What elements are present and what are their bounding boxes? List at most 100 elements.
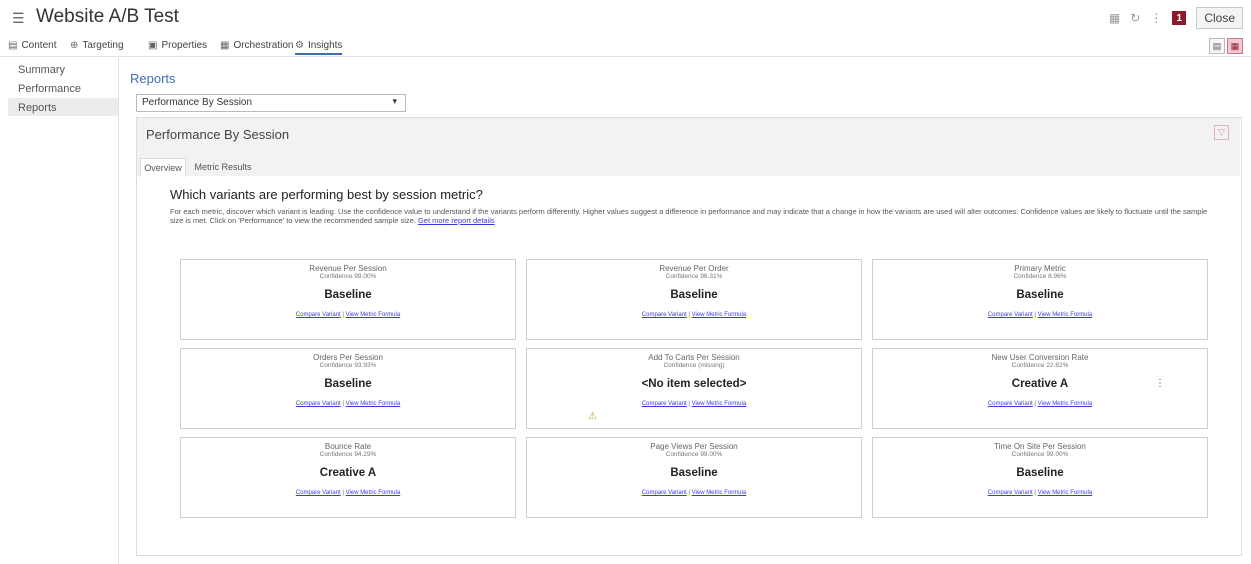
card-links: Compare Variant | View Metric Formula (527, 490, 861, 496)
tab-label: Properties (161, 40, 208, 51)
app-title: Website A/B Test (36, 6, 179, 27)
metric-confidence: Confidence 94.29% (319, 451, 377, 458)
cursor-mark-icon: ⋮ (1155, 378, 1165, 389)
more-options-icon[interactable]: ⋮ (1150, 11, 1162, 25)
report-select[interactable]: Performance By Session ▾ (136, 94, 406, 112)
metric-title: Time On Site Per Session (994, 442, 1086, 451)
report-view-icon[interactable]: ▦ (1227, 38, 1243, 54)
leading-variant: Baseline (324, 378, 372, 390)
metric-title: Revenue Per Order (659, 264, 729, 273)
view-metric-formula-link[interactable]: View Metric Formula (692, 312, 747, 318)
leading-variant: <No item selected> (641, 378, 747, 390)
metric-card: Time On Site Per Session Confidence 99.0… (872, 437, 1208, 518)
metric-confidence: Confidence 99.00% (665, 451, 723, 458)
compare-variant-link[interactable]: Compare Variant (988, 401, 1033, 407)
tab-content[interactable]: ▤ Content (8, 40, 56, 51)
leading-variant: Baseline (670, 467, 718, 479)
card-links: Compare Variant | View Metric Formula (527, 401, 861, 407)
insights-icon: ⚙ (295, 40, 304, 51)
compare-variant-link[interactable]: Compare Variant (296, 490, 341, 496)
calendar-icon: ▦ (220, 40, 230, 51)
document-icon: ▤ (8, 40, 18, 51)
compare-variant-link[interactable]: Compare Variant (988, 490, 1033, 496)
chevron-down-icon: ▾ (392, 96, 397, 106)
sidebar-item-reports[interactable]: Reports (18, 102, 57, 114)
filter-icon[interactable]: ▽ (1214, 125, 1229, 140)
view-toggle: ▤ ▦ (1209, 38, 1243, 54)
metric-card: Revenue Per Order Confidence 96.31% Base… (526, 259, 862, 340)
close-button[interactable]: Close (1196, 7, 1243, 29)
view-metric-formula-link[interactable]: View Metric Formula (1038, 401, 1093, 407)
notification-badge[interactable]: 1 (1172, 11, 1187, 25)
view-metric-formula-link[interactable]: View Metric Formula (692, 490, 747, 496)
card-links: Compare Variant | View Metric Formula (873, 401, 1207, 407)
view-metric-formula-link[interactable]: View Metric Formula (346, 490, 401, 496)
leading-variant: Baseline (324, 289, 372, 301)
tab-insights[interactable]: ⚙ Insights (295, 40, 343, 55)
metric-card: Add To Carts Per Session Confidence (mis… (526, 348, 862, 429)
tab-targeting[interactable]: ⊕ Targeting (70, 40, 124, 51)
grid-icon[interactable]: ▦ (1109, 11, 1120, 25)
leading-variant: Baseline (1016, 467, 1064, 479)
metric-title: New User Conversion Rate (991, 353, 1089, 362)
report-details-link[interactable]: Get more report details (418, 216, 495, 225)
tab-label: Orchestration (233, 40, 294, 51)
tab-label: Content (21, 40, 57, 51)
sidebar (8, 58, 119, 564)
metric-confidence: Confidence (missing) (663, 362, 725, 369)
metric-confidence: Confidence 99.00% (319, 273, 377, 280)
compare-variant-link[interactable]: Compare Variant (296, 401, 341, 407)
metric-card: Revenue Per Session Confidence 99.00% Ba… (180, 259, 516, 340)
view-metric-formula-link[interactable]: View Metric Formula (1038, 312, 1093, 318)
metric-card: Orders Per Session Confidence 93.93% Bas… (180, 348, 516, 429)
view-metric-formula-link[interactable]: View Metric Formula (1038, 490, 1093, 496)
tab-metric-results[interactable]: Metric Results (192, 158, 254, 176)
card-links: Compare Variant | View Metric Formula (527, 312, 861, 318)
compare-variant-link[interactable]: Compare Variant (642, 312, 687, 318)
panel-title: Performance By Session (146, 127, 290, 142)
tab-properties[interactable]: ▣ Properties (148, 40, 207, 51)
compare-variant-link[interactable]: Compare Variant (296, 312, 341, 318)
menu-icon[interactable]: ☰ (12, 10, 25, 27)
metric-card: Bounce Rate Confidence 94.29% Creative A… (180, 437, 516, 518)
view-metric-formula-link[interactable]: View Metric Formula (692, 401, 747, 407)
metric-title: Revenue Per Session (309, 264, 387, 273)
sidebar-item-summary[interactable]: Summary (18, 64, 65, 76)
page-title: Reports (130, 71, 176, 86)
panel-header (137, 118, 1240, 176)
top-right-toolbar: ▦ ↻ ⋮ 1 Close (1109, 7, 1243, 29)
leading-variant: Creative A (319, 467, 377, 479)
tab-overview[interactable]: Overview (140, 158, 186, 177)
list-view-icon[interactable]: ▤ (1209, 38, 1225, 54)
tab-label: Targeting (82, 40, 124, 51)
description-text: For each metric, discover which variant … (170, 207, 1208, 225)
card-links: Compare Variant | View Metric Formula (873, 490, 1207, 496)
leading-variant: Baseline (670, 289, 718, 301)
sidebar-item-performance[interactable]: Performance (18, 83, 81, 95)
target-icon: ⊕ (70, 40, 79, 51)
metric-confidence: Confidence 99.00% (1011, 451, 1069, 458)
report-select-value: Performance By Session (142, 97, 253, 108)
metric-confidence: Confidence 96.31% (665, 273, 723, 280)
view-metric-formula-link[interactable]: View Metric Formula (346, 312, 401, 318)
card-links: Compare Variant | View Metric Formula (181, 401, 515, 407)
metric-title: Page Views Per Session (650, 442, 738, 451)
compare-variant-link[interactable]: Compare Variant (642, 401, 687, 407)
tab-label: Insights (307, 40, 343, 51)
section-description: For each metric, discover which variant … (170, 207, 1210, 225)
compare-variant-link[interactable]: Compare Variant (988, 312, 1033, 318)
leading-variant: Baseline (1016, 289, 1064, 301)
tab-orchestration[interactable]: ▦ Orchestration (220, 40, 293, 51)
section-heading: Which variants are performing best by se… (170, 187, 483, 202)
warning-icon: ⚠ (588, 411, 597, 422)
refresh-icon[interactable]: ↻ (1130, 11, 1140, 25)
card-links: Compare Variant | View Metric Formula (873, 312, 1207, 318)
card-links: Compare Variant | View Metric Formula (181, 490, 515, 496)
metric-title: Bounce Rate (324, 442, 372, 451)
card-links: Compare Variant | View Metric Formula (181, 312, 515, 318)
metric-card: Page Views Per Session Confidence 99.00%… (526, 437, 862, 518)
compare-variant-link[interactable]: Compare Variant (642, 490, 687, 496)
metric-confidence: Confidence 8.96% (1013, 273, 1067, 280)
metric-title: Add To Carts Per Session (648, 353, 740, 362)
view-metric-formula-link[interactable]: View Metric Formula (346, 401, 401, 407)
